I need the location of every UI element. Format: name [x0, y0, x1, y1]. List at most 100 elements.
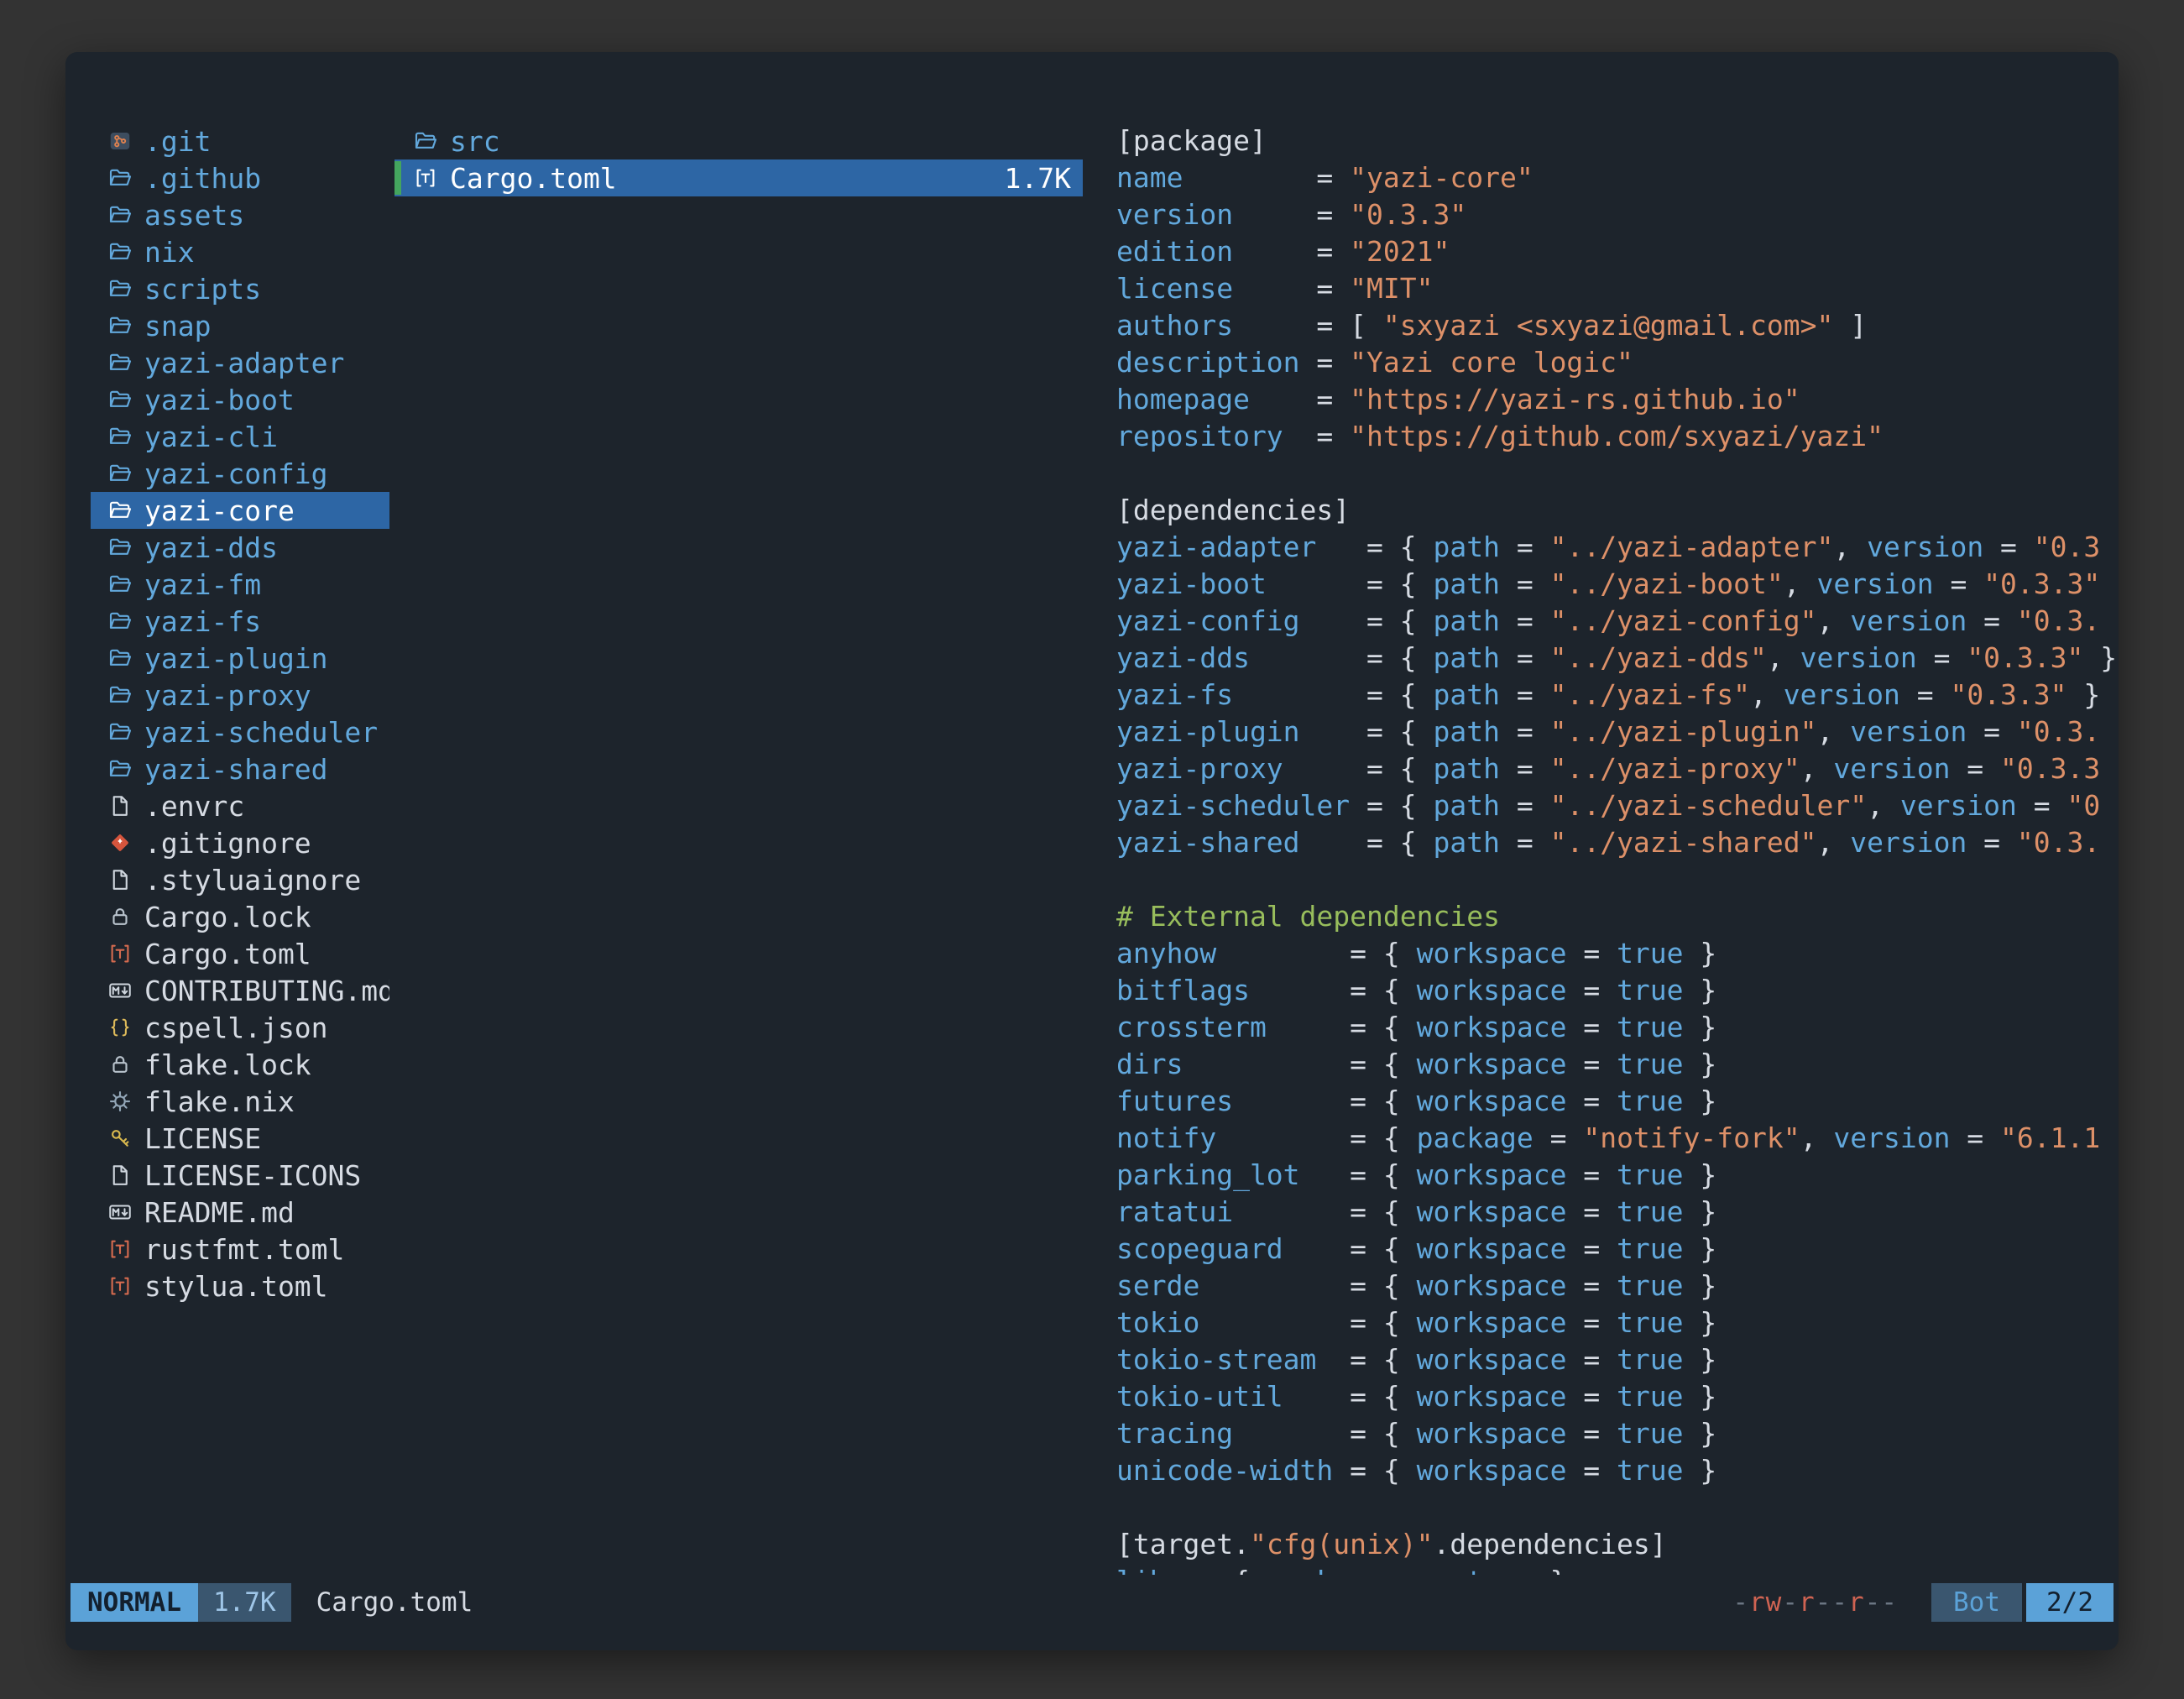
file-name: yazi-adapter [144, 347, 344, 379]
file-name: nix [144, 236, 195, 269]
folder-icon [104, 719, 136, 745]
preview-line: unicode-width = { workspace = true } [1116, 1452, 2119, 1489]
file-row[interactable]: .styluaignore [91, 861, 389, 898]
folder-icon [104, 202, 136, 227]
dir-row[interactable]: nix [91, 233, 389, 270]
terminal-window: .git.githubassetsnixscriptssnapyazi-adap… [65, 52, 2119, 1650]
folder-icon [104, 350, 136, 375]
preview-line: repository = "https://github.com/sxyazi/… [1116, 418, 2119, 455]
preview-line: [target."cfg(unix)".dependencies] [1116, 1526, 2119, 1563]
dir-row[interactable]: .git [91, 123, 389, 159]
file-row[interactable]: .gitignore [91, 824, 389, 861]
preview-line: authors = [ "sxyazi <sxyazi@gmail.com>" … [1116, 307, 2119, 344]
file-row[interactable]: Cargo.toml 1.7K [394, 159, 1083, 196]
dir-row[interactable]: yazi-plugin [91, 640, 389, 677]
preview-line: anyhow = { workspace = true } [1116, 935, 2119, 972]
dir-row[interactable]: snap [91, 307, 389, 344]
file-row[interactable]: stylua.toml [91, 1268, 389, 1304]
dir-row[interactable]: yazi-config [91, 455, 389, 492]
preview-line [1116, 455, 2119, 492]
preview-line: [package] [1116, 123, 2119, 159]
file-name: .git [144, 125, 211, 158]
status-right: -rw-r--r-- Bot 2/2 [1732, 1583, 2113, 1622]
dir-row[interactable]: yazi-boot [91, 381, 389, 418]
file-name: flake.nix [144, 1085, 295, 1118]
file-name: yazi-dds [144, 531, 278, 564]
preview-line: yazi-adapter = { path = "../yazi-adapter… [1116, 529, 2119, 566]
file-name: LICENSE-ICONS [144, 1159, 361, 1192]
file-name: yazi-fs [144, 605, 261, 638]
preview-line: tokio-stream = { workspace = true } [1116, 1341, 2119, 1378]
dir-row[interactable]: .github [91, 159, 389, 196]
file-row[interactable]: cspell.json [91, 1009, 389, 1046]
toml-icon [104, 1273, 136, 1299]
preview-line: description = "Yazi core logic" [1116, 344, 2119, 381]
preview-line: crossterm = { workspace = true } [1116, 1009, 2119, 1046]
file-row[interactable]: Cargo.toml [91, 935, 389, 972]
preview-line: futures = { workspace = true } [1116, 1083, 2119, 1120]
file-name: stylua.toml [144, 1270, 328, 1303]
preview-line: yazi-dds = { path = "../yazi-dds", versi… [1116, 640, 2119, 677]
file-manager-panes: .git.githubassetsnixscriptssnapyazi-adap… [65, 123, 2119, 1575]
hover-marker [394, 161, 401, 195]
permissions-text: -rw-r--r-- [1732, 1587, 1898, 1618]
file-name: README.md [144, 1196, 295, 1229]
preview-line: tokio = { workspace = true } [1116, 1304, 2119, 1341]
dir-row[interactable]: yazi-fs [91, 603, 389, 640]
folder-icon [104, 387, 136, 412]
file-row[interactable]: Cargo.lock [91, 898, 389, 935]
preview-line: dirs = { workspace = true } [1116, 1046, 2119, 1083]
dir-row[interactable]: yazi-adapter [91, 344, 389, 381]
file-name: Cargo.lock [144, 901, 311, 933]
preview-line: yazi-config = { path = "../yazi-config",… [1116, 603, 2119, 640]
dir-row[interactable]: yazi-fm [91, 566, 389, 603]
dir-row[interactable]: assets [91, 196, 389, 233]
folder-icon [410, 128, 442, 154]
file-row[interactable]: CONTRIBUTING.md [91, 972, 389, 1009]
dir-row[interactable]: yazi-scheduler [91, 714, 389, 750]
status-filename: Cargo.toml [316, 1587, 473, 1618]
folder-icon [104, 498, 136, 523]
file-name: yazi-core [144, 494, 295, 527]
preview-line [1116, 1489, 2119, 1526]
file-row[interactable]: .envrc [91, 787, 389, 824]
toml-icon [104, 941, 136, 966]
markdown-icon [104, 1200, 136, 1225]
nix-icon [104, 1089, 136, 1114]
folder-icon [104, 535, 136, 560]
file-row[interactable]: LICENSE [91, 1120, 389, 1157]
preview-pane[interactable]: [package]name = "yazi-core"version = "0.… [1116, 123, 2119, 1575]
dir-row[interactable]: yazi-dds [91, 529, 389, 566]
preview-line: [dependencies] [1116, 492, 2119, 529]
dir-row[interactable]: yazi-cli [91, 418, 389, 455]
status-bar: NORMAL 1.7K Cargo.toml -rw-r--r-- Bot 2/… [71, 1582, 2113, 1623]
folder-icon [104, 313, 136, 338]
dir-row[interactable]: scripts [91, 270, 389, 307]
file-name: CONTRIBUTING.md [144, 975, 389, 1007]
dir-row[interactable]: src [394, 123, 1083, 159]
file-name: yazi-proxy [144, 679, 311, 712]
preview-line: yazi-shared = { path = "../yazi-shared",… [1116, 824, 2119, 861]
parent-pane[interactable]: .git.githubassetsnix scriptssnapyazi-adap… [91, 123, 389, 1575]
file-row[interactable]: README.md [91, 1194, 389, 1231]
preview-line: notify = { package = "notify-fork", vers… [1116, 1120, 2119, 1157]
preview-line: name = "yazi-core" [1116, 159, 2119, 196]
file-name: scripts [144, 273, 261, 306]
file-name: yazi-shared [144, 753, 328, 786]
folder-icon [104, 165, 136, 191]
file-icon [104, 867, 136, 892]
folder-icon [104, 239, 136, 264]
file-row[interactable]: flake.nix [91, 1083, 389, 1120]
dir-row[interactable]: yazi-core [91, 492, 389, 529]
file-row[interactable]: rustfmt.toml [91, 1231, 389, 1268]
file-name: Cargo.toml [450, 162, 617, 195]
file-row[interactable]: flake.lock [91, 1046, 389, 1083]
file-row[interactable]: LICENSE-ICONS [91, 1157, 389, 1194]
dir-row[interactable]: yazi-proxy [91, 677, 389, 714]
preview-line: yazi-fs = { path = "../yazi-fs", version… [1116, 677, 2119, 714]
dir-row[interactable]: yazi-shared [91, 750, 389, 787]
preview-line: homepage = "https://yazi-rs.github.io" [1116, 381, 2119, 418]
folder-icon [104, 756, 136, 782]
current-pane[interactable]: srcCargo.toml 1.7K [394, 123, 1083, 1575]
file-size: 1.7K [1005, 162, 1083, 195]
